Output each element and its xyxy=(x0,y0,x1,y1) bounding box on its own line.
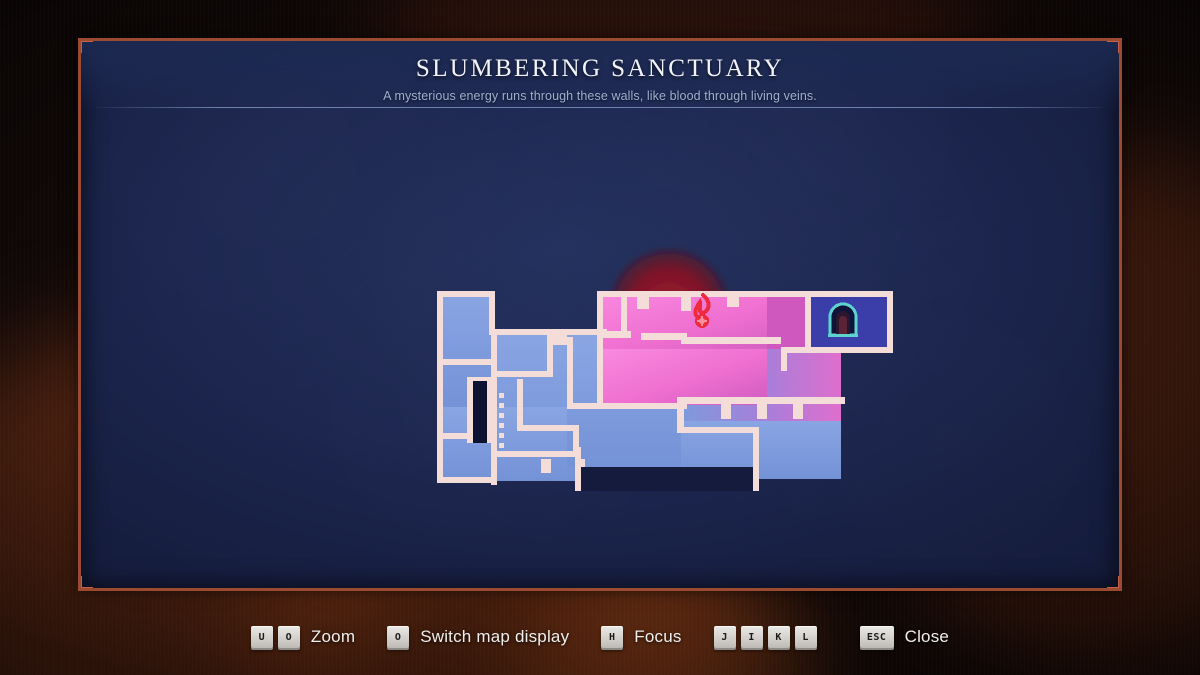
key-o-zoom[interactable]: O xyxy=(277,626,300,648)
key-i[interactable]: I xyxy=(740,626,763,648)
hint-focus-keys: H xyxy=(601,626,624,648)
corner-accent-bottom-right xyxy=(1107,576,1119,588)
map-shaft xyxy=(473,381,487,443)
hint-switch-map-display[interactable]: O Switch map display xyxy=(387,626,569,648)
header-divider xyxy=(95,107,1105,108)
arch-door xyxy=(828,302,858,337)
dungeon-map[interactable] xyxy=(81,41,1122,591)
key-esc[interactable]: ESC xyxy=(859,626,894,648)
map-panel: SLUMBERING SANCTUARY A mysterious energy… xyxy=(78,38,1122,591)
key-j[interactable]: J xyxy=(713,626,736,648)
key-k[interactable]: K xyxy=(767,626,790,648)
map-bottom-void xyxy=(581,467,753,491)
key-h[interactable]: H xyxy=(601,626,624,648)
hint-close[interactable]: ESC Close xyxy=(859,626,950,648)
corner-accent-bottom-left xyxy=(81,576,93,588)
corner-accent-top-right xyxy=(1107,41,1119,53)
corner-accent-top-left xyxy=(81,41,93,53)
hint-close-keys: ESC xyxy=(859,626,894,648)
hint-zoom[interactable]: U O Zoom xyxy=(250,626,356,648)
page-title: SLUMBERING SANCTUARY xyxy=(415,55,785,82)
key-u[interactable]: U xyxy=(250,626,273,648)
key-l[interactable]: L xyxy=(794,626,817,648)
key-hint-bar: U O Zoom O Switch map display H Focus J … xyxy=(0,615,1200,659)
map-viewport[interactable] xyxy=(81,41,1119,588)
page-subtitle: A mysterious energy runs through these w… xyxy=(383,89,817,103)
hint-focus-label: Focus xyxy=(634,627,682,646)
hint-switch-label: Switch map display xyxy=(420,627,570,646)
hint-focus[interactable]: H Focus xyxy=(601,626,681,648)
hint-switch-keys: O xyxy=(387,626,410,648)
map-header: SLUMBERING SANCTUARY A mysterious energy… xyxy=(81,41,1119,113)
hint-pan-keys: J I K L xyxy=(713,626,817,648)
hint-zoom-keys: U O xyxy=(250,626,300,648)
hint-close-label: Close xyxy=(904,627,950,646)
key-o-switch[interactable]: O xyxy=(387,626,410,648)
hint-pan[interactable]: J I K L xyxy=(713,626,828,648)
hint-zoom-label: Zoom xyxy=(310,627,356,646)
